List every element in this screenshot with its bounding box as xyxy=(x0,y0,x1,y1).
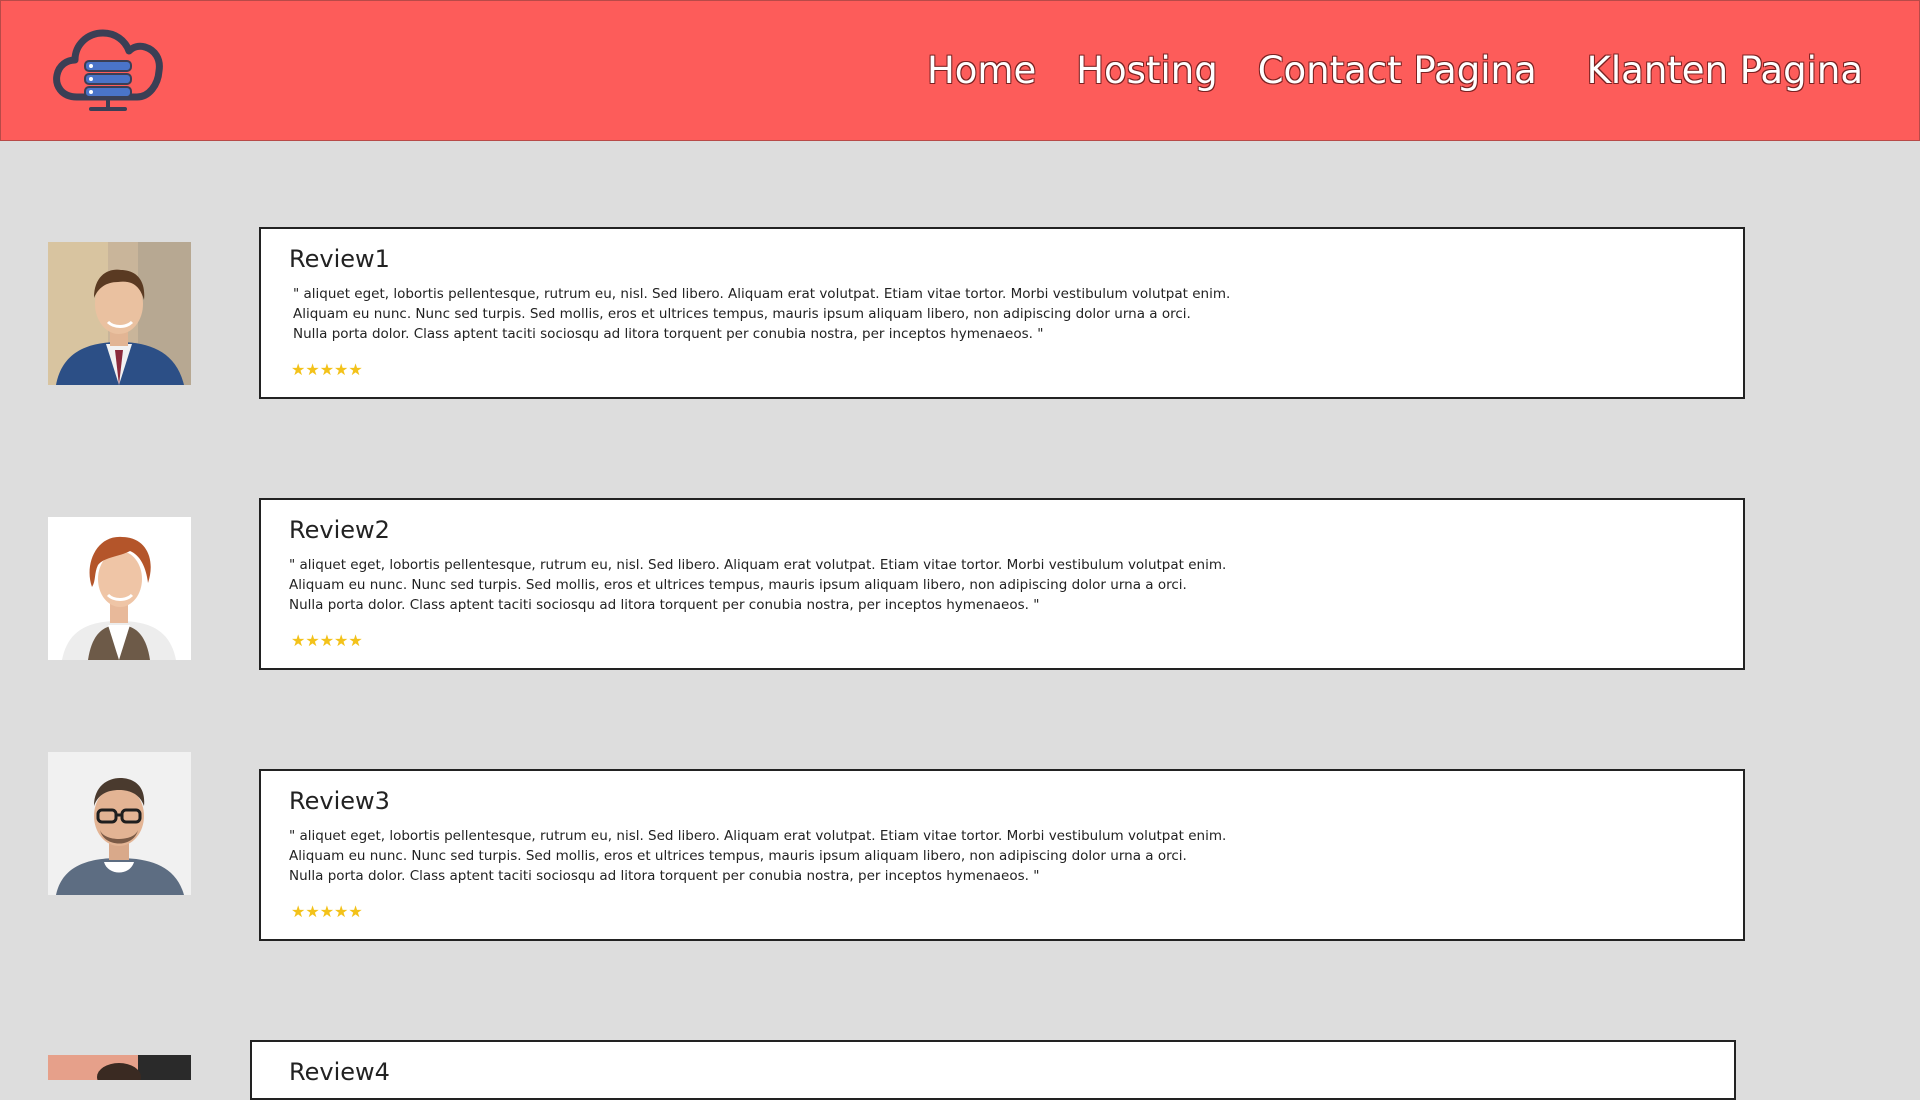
review-text-line: Aliquam eu nunc. Nunc sed turpis. Sed mo… xyxy=(289,848,1187,864)
review-title: Review2 xyxy=(289,516,390,544)
review-title: Review4 xyxy=(289,1058,390,1086)
cloud-server-icon[interactable] xyxy=(53,27,165,117)
avatar xyxy=(48,1055,191,1080)
review-text-line: " aliquet eget, lobortis pellentesque, r… xyxy=(289,828,1227,844)
nav-klanten-link[interactable]: Klanten Pagina xyxy=(1587,49,1863,92)
star-rating: ★★★★★ xyxy=(291,362,363,379)
site-header: Home Hosting Contact Pagina Klanten Pagi… xyxy=(0,0,1920,141)
review-text: " aliquet eget, lobortis pellentesque, r… xyxy=(293,284,1293,344)
review-text-line: Nulla porta dolor. Class aptent taciti s… xyxy=(293,326,1044,342)
avatar xyxy=(48,752,191,895)
review-text: " aliquet eget, lobortis pellentesque, r… xyxy=(289,555,1289,615)
review-text-line: Aliquam eu nunc. Nunc sed turpis. Sed mo… xyxy=(289,577,1187,593)
review-card: Review2 " aliquet eget, lobortis pellent… xyxy=(259,498,1745,670)
review-card: Review4 xyxy=(250,1040,1736,1100)
review-card: Review1 " aliquet eget, lobortis pellent… xyxy=(259,227,1745,399)
review-title: Review1 xyxy=(289,245,390,273)
review-title: Review3 xyxy=(289,787,390,815)
review-text: " aliquet eget, lobortis pellentesque, r… xyxy=(289,826,1289,886)
nav-contact-link[interactable]: Contact Pagina xyxy=(1258,49,1537,92)
review-text-line: Nulla porta dolor. Class aptent taciti s… xyxy=(289,868,1040,884)
star-rating: ★★★★★ xyxy=(291,633,363,650)
review-text-line: Nulla porta dolor. Class aptent taciti s… xyxy=(289,597,1040,613)
nav-home-link[interactable]: Home xyxy=(927,49,1036,92)
main-nav: Home Hosting Contact Pagina Klanten Pagi… xyxy=(887,49,1863,92)
nav-hosting-link[interactable]: Hosting xyxy=(1076,49,1217,92)
review-text-line: " aliquet eget, lobortis pellentesque, r… xyxy=(289,557,1227,573)
avatar xyxy=(48,517,191,660)
avatar xyxy=(48,242,191,385)
star-rating: ★★★★★ xyxy=(291,904,363,921)
review-text-line: " aliquet eget, lobortis pellentesque, r… xyxy=(293,286,1231,302)
review-card: Review3 " aliquet eget, lobortis pellent… xyxy=(259,769,1745,941)
review-text-line: Aliquam eu nunc. Nunc sed turpis. Sed mo… xyxy=(293,306,1191,322)
